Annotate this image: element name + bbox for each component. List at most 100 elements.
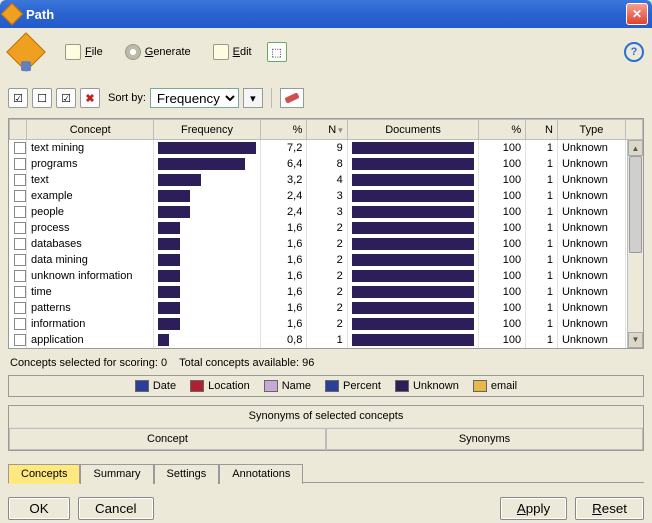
reset-button[interactable]: Reset bbox=[575, 497, 644, 520]
check-selected-button[interactable]: ☑ bbox=[56, 88, 76, 108]
table-row[interactable]: data mining1,621001Unknown bbox=[10, 252, 643, 268]
cell-concept: application bbox=[26, 332, 153, 348]
title-bar: Path ✕ bbox=[0, 0, 652, 28]
row-checkbox[interactable] bbox=[14, 302, 26, 314]
edit-menu[interactable]: Edit bbox=[206, 41, 259, 63]
check-all-button[interactable]: ☑ bbox=[8, 88, 28, 108]
row-checkbox[interactable] bbox=[14, 238, 26, 250]
row-checkbox[interactable] bbox=[14, 142, 26, 154]
file-menu[interactable]: File bbox=[58, 41, 110, 63]
help-button[interactable]: ? bbox=[624, 42, 644, 62]
synonyms-col-synonyms[interactable]: Synonyms bbox=[326, 428, 643, 450]
path-icon bbox=[6, 32, 46, 72]
col-concept[interactable]: Concept bbox=[26, 120, 153, 140]
cell-pct2: 100 bbox=[479, 252, 526, 268]
clear-button[interactable]: ✖ bbox=[80, 88, 100, 108]
row-checkbox[interactable] bbox=[14, 270, 26, 282]
cell-pct: 1,6 bbox=[260, 300, 307, 316]
cell-pct: 1,6 bbox=[260, 316, 307, 332]
row-checkbox[interactable] bbox=[14, 254, 26, 266]
col-n2[interactable]: N bbox=[526, 120, 558, 140]
row-checkbox[interactable] bbox=[14, 174, 26, 186]
cell-freq-bar bbox=[154, 332, 260, 348]
table-row[interactable]: unknown information1,621001Unknown bbox=[10, 268, 643, 284]
cell-n2: 1 bbox=[526, 268, 558, 284]
selected-label: Concepts selected for scoring: bbox=[10, 357, 158, 369]
cell-doc-bar bbox=[347, 300, 479, 316]
cell-type: Unknown bbox=[557, 236, 625, 252]
cell-n2: 1 bbox=[526, 188, 558, 204]
table-row[interactable]: process1,621001Unknown bbox=[10, 220, 643, 236]
cell-pct2: 100 bbox=[479, 236, 526, 252]
row-checkbox[interactable] bbox=[14, 334, 26, 346]
scroll-track[interactable] bbox=[628, 156, 643, 332]
tab-settings[interactable]: Settings bbox=[154, 464, 220, 484]
row-checkbox[interactable] bbox=[14, 190, 26, 202]
col-frequency[interactable]: Frequency bbox=[154, 120, 260, 140]
sort-dropdown-button[interactable]: ▾ bbox=[243, 88, 263, 108]
cancel-button[interactable]: Cancel bbox=[78, 497, 154, 520]
cell-concept: unknown information bbox=[26, 268, 153, 284]
cell-doc-bar bbox=[347, 220, 479, 236]
cell-n2: 1 bbox=[526, 172, 558, 188]
row-checkbox[interactable] bbox=[14, 318, 26, 330]
table-row[interactable]: patterns1,621001Unknown bbox=[10, 300, 643, 316]
col-type[interactable]: Type bbox=[557, 120, 625, 140]
row-checkbox[interactable] bbox=[14, 222, 26, 234]
cell-pct2: 100 bbox=[479, 300, 526, 316]
highlight-button[interactable] bbox=[280, 88, 304, 108]
cell-pct2: 100 bbox=[479, 316, 526, 332]
row-checkbox[interactable] bbox=[14, 206, 26, 218]
cell-n1: 2 bbox=[307, 316, 347, 332]
uncheck-all-button[interactable]: ☐ bbox=[32, 88, 52, 108]
scroll-up-button[interactable]: ▲ bbox=[628, 140, 643, 156]
tab-summary[interactable]: Summary bbox=[80, 464, 153, 484]
synonyms-panel: Synonyms of selected concepts Concept Sy… bbox=[8, 405, 644, 451]
sort-label: Sort by: bbox=[108, 92, 146, 104]
table-row[interactable]: application0,811001Unknown bbox=[10, 332, 643, 348]
ok-button[interactable]: OK bbox=[8, 497, 70, 520]
table-row[interactable]: programs6,481001Unknown bbox=[10, 156, 643, 172]
vertical-scrollbar[interactable]: ▲ ▼ bbox=[627, 140, 643, 348]
header-row: Concept Frequency % N▾ Documents % N Typ… bbox=[10, 120, 643, 140]
col-pct[interactable]: % bbox=[260, 120, 307, 140]
cell-freq-bar bbox=[154, 220, 260, 236]
cell-concept: patterns bbox=[26, 300, 153, 316]
cell-n1: 2 bbox=[307, 220, 347, 236]
table-row[interactable]: databases1,621001Unknown bbox=[10, 236, 643, 252]
col-pct2[interactable]: % bbox=[479, 120, 526, 140]
generate-menu[interactable]: Generate bbox=[118, 41, 198, 63]
tab-concepts[interactable]: Concepts bbox=[8, 464, 80, 484]
scroll-thumb[interactable] bbox=[629, 156, 642, 253]
cell-freq-bar bbox=[154, 204, 260, 220]
cell-n1: 1 bbox=[307, 332, 347, 348]
table-row[interactable]: people2,431001Unknown bbox=[10, 204, 643, 220]
table-row[interactable]: information1,621001Unknown bbox=[10, 316, 643, 332]
cell-n1: 9 bbox=[307, 140, 347, 156]
toolbar-extra-button[interactable]: ⬚ bbox=[267, 42, 287, 62]
cell-n2: 1 bbox=[526, 300, 558, 316]
synonyms-col-concept[interactable]: Concept bbox=[9, 428, 326, 450]
table-row[interactable]: example2,431001Unknown bbox=[10, 188, 643, 204]
concepts-table: Concept Frequency % N▾ Documents % N Typ… bbox=[8, 118, 644, 349]
col-n1[interactable]: N▾ bbox=[307, 120, 347, 140]
sort-select[interactable]: Frequency bbox=[150, 88, 239, 108]
app-icon bbox=[1, 3, 24, 26]
row-checkbox[interactable] bbox=[14, 286, 26, 298]
legend-item: email bbox=[473, 380, 517, 392]
table-row[interactable]: time1,621001Unknown bbox=[10, 284, 643, 300]
table-row[interactable]: text mining7,291001Unknown bbox=[10, 140, 643, 156]
tab-annotations[interactable]: Annotations bbox=[219, 464, 303, 484]
apply-button[interactable]: Apply bbox=[500, 497, 567, 520]
col-check[interactable] bbox=[10, 120, 27, 140]
cell-doc-bar bbox=[347, 236, 479, 252]
table-row[interactable]: text3,241001Unknown bbox=[10, 172, 643, 188]
legend-label: Location bbox=[208, 380, 250, 392]
cell-concept: information bbox=[26, 316, 153, 332]
col-documents[interactable]: Documents bbox=[347, 120, 479, 140]
close-button[interactable]: ✕ bbox=[626, 3, 648, 25]
generate-icon bbox=[125, 44, 141, 60]
file-label: ile bbox=[92, 46, 103, 58]
scroll-down-button[interactable]: ▼ bbox=[628, 332, 643, 348]
row-checkbox[interactable] bbox=[14, 158, 26, 170]
